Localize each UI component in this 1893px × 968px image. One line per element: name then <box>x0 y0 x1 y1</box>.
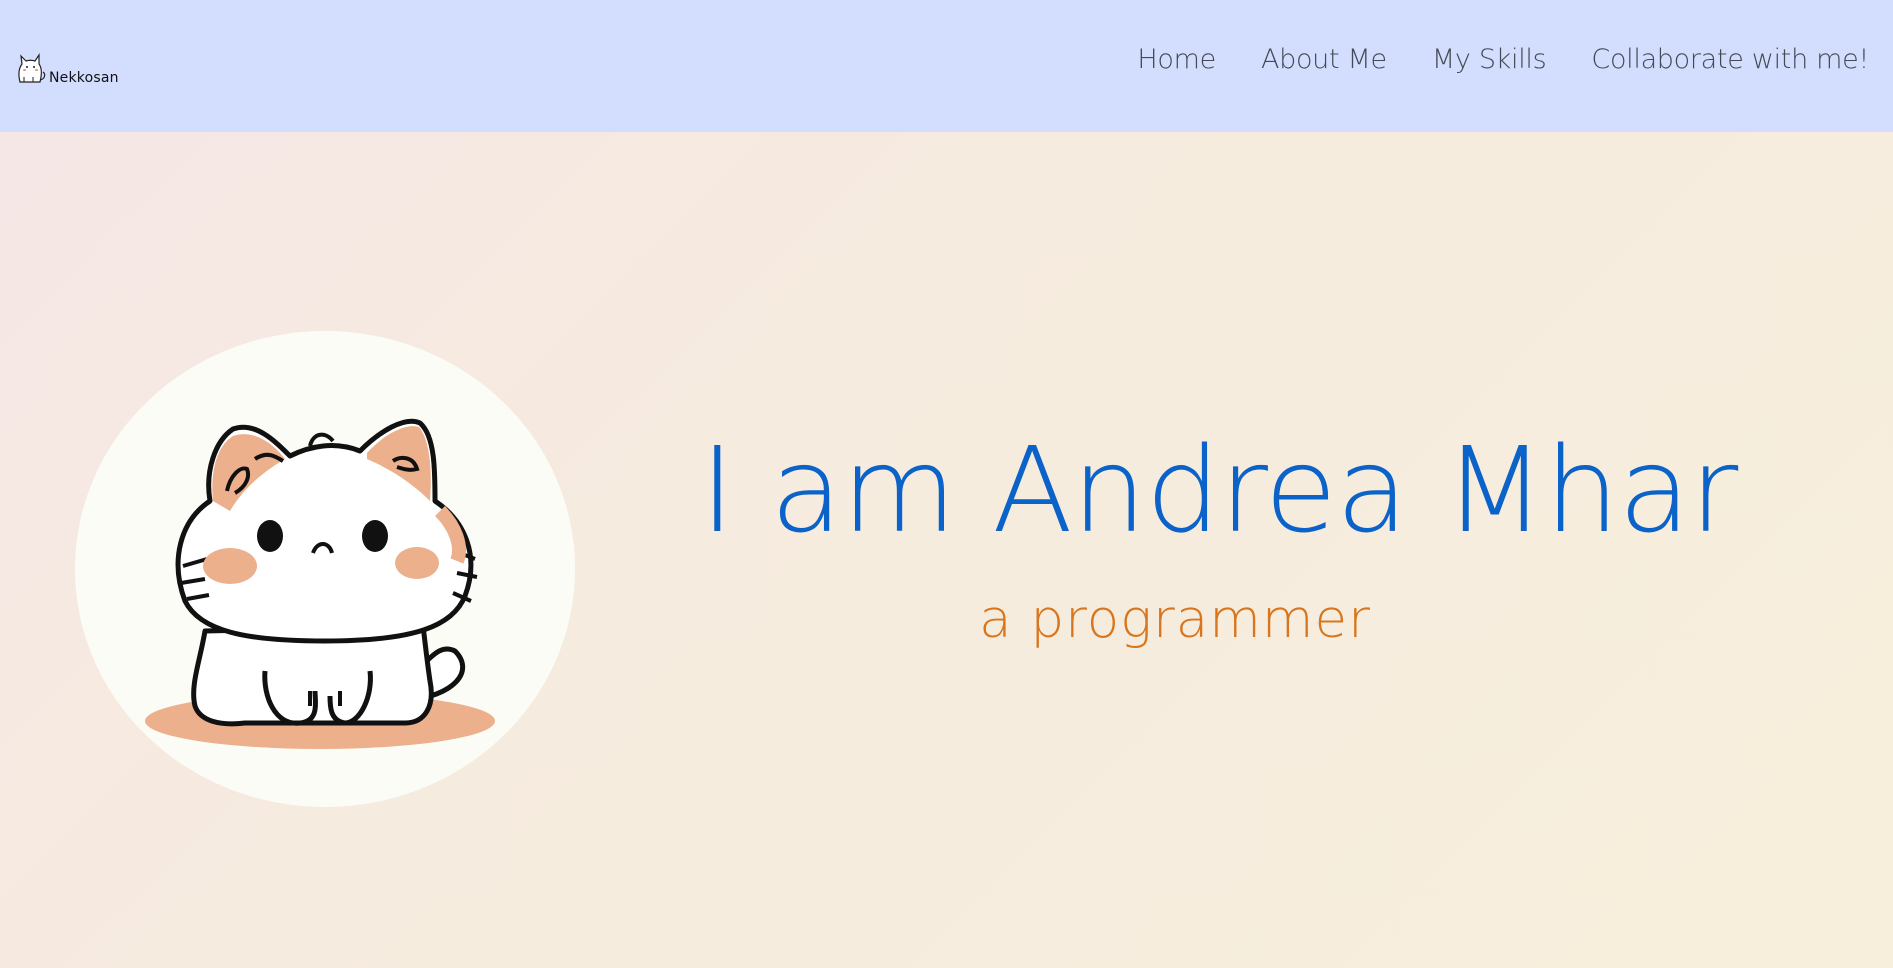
hero-subtitle: a programmer <box>979 589 1371 650</box>
nav-skills-link[interactable]: My Skills <box>1432 44 1547 75</box>
main-nav: Home About Me My Skills Collaborate with… <box>1137 44 1869 75</box>
cat-logo-icon <box>18 53 46 83</box>
nav-home-link[interactable]: Home <box>1137 44 1216 75</box>
hero-title: I am Andrea Mhar <box>700 421 1738 559</box>
brand-name: Nekkosan <box>49 70 119 86</box>
nav-collaborate-link[interactable]: Collaborate with me! <box>1591 44 1869 75</box>
nav-about-link[interactable]: About Me <box>1261 44 1387 75</box>
brand-logo[interactable]: Nekkosan <box>14 46 124 86</box>
navbar: Nekkosan Home About Me My Skills Collabo… <box>0 0 1893 132</box>
kawaii-cat-illustration <box>145 418 495 749</box>
avatar <box>75 331 575 807</box>
